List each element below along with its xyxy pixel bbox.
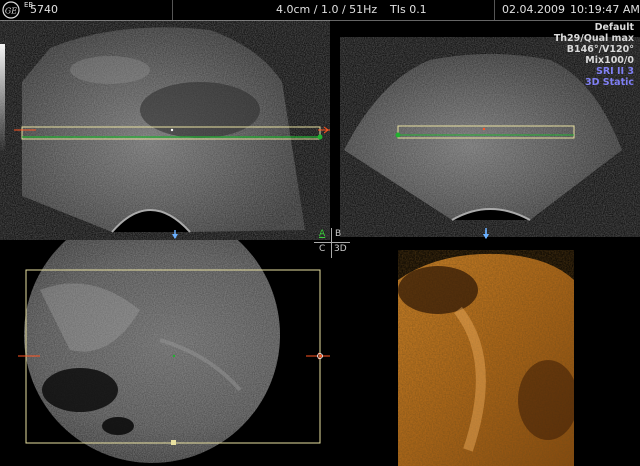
plane-b-view[interactable]: [340, 20, 640, 240]
circular-image: [24, 240, 280, 463]
depth-info: 4.0cm / 1.0 / 51Hz: [276, 3, 378, 16]
tis-value: TIs 0.1: [390, 3, 427, 16]
roi-handle[interactable]: [171, 440, 176, 445]
status-bar: GE EB 5740 4.0cm / 1.0 / 51Hz TIs 0.1 02…: [0, 0, 640, 21]
ge-logo-icon: GE: [2, 1, 20, 19]
date: 02.04.2009: [502, 3, 565, 16]
quad-a-button[interactable]: A: [319, 229, 325, 239]
quad-b-button[interactable]: B: [335, 229, 341, 239]
marker-right-icon: [306, 352, 330, 360]
render-image: [398, 253, 574, 466]
divider: [172, 0, 173, 20]
arrow-down-icon: [172, 234, 178, 239]
divider: [494, 0, 495, 20]
plane-c-view[interactable]: [0, 240, 340, 466]
time: 10:19:47 AM: [570, 3, 640, 16]
crosshair-dot: [170, 128, 174, 132]
sector-image: [344, 54, 622, 221]
sector-image: [22, 27, 305, 233]
plane-handle[interactable]: [317, 134, 323, 140]
plane-handle[interactable]: [395, 132, 401, 138]
arrow-down-icon: [483, 228, 489, 239]
plane-a-view[interactable]: [0, 20, 330, 240]
probe-id: 5740: [30, 3, 58, 16]
crosshair-dot: [172, 354, 176, 358]
crosshair-dot: [482, 127, 486, 131]
svg-text:GE: GE: [5, 7, 17, 16]
render-3d-view[interactable]: [398, 250, 574, 466]
